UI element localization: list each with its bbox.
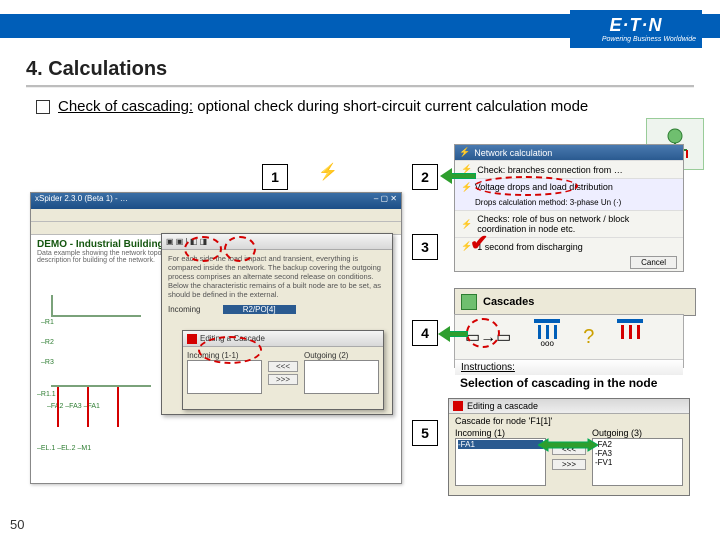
ec-move-right[interactable]: >>> [552,459,586,470]
step-5-badge: 5 [412,420,438,446]
ec-out-1[interactable]: -FA2 [595,440,680,449]
node-ref: R2/PO[4] [223,305,296,314]
main-window-title: xSpider 2.3.0 (Beta 1) - … [35,194,128,208]
edit-cascade-titlebar: Editing a cascade [449,399,689,414]
content-area: Check of cascading: optional check durin… [0,87,720,117]
ec-out-3[interactable]: -FV1 [595,458,680,467]
bolt-row-icon-3: ⚡ [461,219,472,230]
red-square-icon-2 [453,401,463,411]
calc-row-3[interactable]: ⚡ Checks: role of bus on network / block… [455,210,683,237]
ec-outgoing-label: Outgoing (3) [592,428,683,438]
red-square-icon [187,334,197,344]
circle-marker-mid [198,336,262,364]
bolt-small-icon: ⚡ [459,147,470,158]
calc-row-1[interactable]: ⚡ Check: branches connection from … [455,160,683,178]
bolt-icon: ⚡ [318,162,338,182]
step-2-badge: 2 [412,164,438,190]
calc-panel-header: ⚡ Network calculation [455,145,683,160]
calc-row-4[interactable]: ⚡ 1 second from discharging [455,237,683,255]
edit-cascade-title: Editing a cascade [467,401,538,411]
ec-in-item[interactable]: -FA1 [458,440,543,449]
ec-out-2[interactable]: -FA3 [595,449,680,458]
step-4-badge: 4 [412,320,438,346]
step-3-badge: 3 [412,234,438,260]
checkmark-icon: ✔ [470,230,488,256]
nested-out-list [304,360,379,394]
page-number: 50 [10,517,24,532]
title-area: 4. Calculations [0,50,720,87]
help-icon[interactable]: ? [583,326,594,349]
nested-outgoing-label: Outgoing (2) [304,351,379,360]
arrow-step2 [440,170,476,180]
page-title: 4. Calculations [26,58,694,81]
edit-cascade-subtitle: Cascade for node 'F1[1]' [449,414,689,428]
main-titlebar: xSpider 2.3.0 (Beta 1) - … – ▢ ✕ [31,193,401,209]
move-right-btn[interactable]: >>> [268,374,298,385]
circle-marker-1b [224,236,256,262]
double-arrow [538,438,598,452]
calc-row-2b-text: Drops calculation method: 3-phase Un (·) [461,198,621,207]
cascades-icon [461,294,477,310]
node-icon-blue[interactable]: ooo [529,319,565,355]
network-diagram: –R1 –R2 –R3 –R1.1 –FA2 –FA3 –FA1 –EL.1 –… [41,295,161,465]
brand-tagline: Powering Business Worldwide [576,36,696,43]
calc-cancel-btn[interactable]: Cancel [630,256,677,269]
circle-marker-4 [466,318,500,348]
brand-logo: E·T·N Powering Business Worldwide [570,10,702,48]
ec-incoming-label: Incoming (1) [455,428,546,438]
cascades-toolbar: Cascades [454,288,696,316]
calc-panel: ⚡ Network calculation ⚡ Check: branches … [454,144,684,272]
nested-in-list [187,360,262,394]
window-controls-icon: – ▢ ✕ [374,194,397,208]
popup-row: Incoming R2/PO[4] [162,303,392,316]
incoming-label: Incoming [168,305,200,314]
bullet-box-icon [36,100,50,114]
bullet-row: Check of cascading: optional check durin… [36,97,692,117]
step-1-badge: 1 [262,164,288,190]
calc-row-4-text: 1 second from discharging [477,242,583,252]
selection-caption: Selection of cascading in the node [460,376,657,390]
brand-text: E·T·N [610,15,663,36]
move-left-btn[interactable]: <<< [268,361,298,372]
calc-panel-title: Network calculation [474,148,552,158]
arrow-step4 [438,328,468,338]
circle-marker-2 [474,176,578,196]
circle-marker-1a [184,236,222,262]
calc-row-1-text: Check: branches connection from … [477,165,623,175]
main-menubar [31,209,401,222]
bullet-rest: optional check during short-circuit curr… [193,98,588,115]
bullet-text: Check of cascading: optional check durin… [58,97,588,117]
bullet-lead: Check of cascading: [58,98,193,115]
calc-row-3-text: Checks: role of bus on network / block c… [477,214,677,234]
ec-out-list[interactable]: -FA2 -FA3 -FV1 [592,438,683,486]
cascades-label: Cascades [483,296,534,308]
ec-in-list[interactable]: -FA1 [455,438,546,486]
node-icon-red [612,319,648,355]
instructions-label: Instructions: [455,359,683,375]
slide-header: E·T·N Powering Business Worldwide [0,0,720,50]
